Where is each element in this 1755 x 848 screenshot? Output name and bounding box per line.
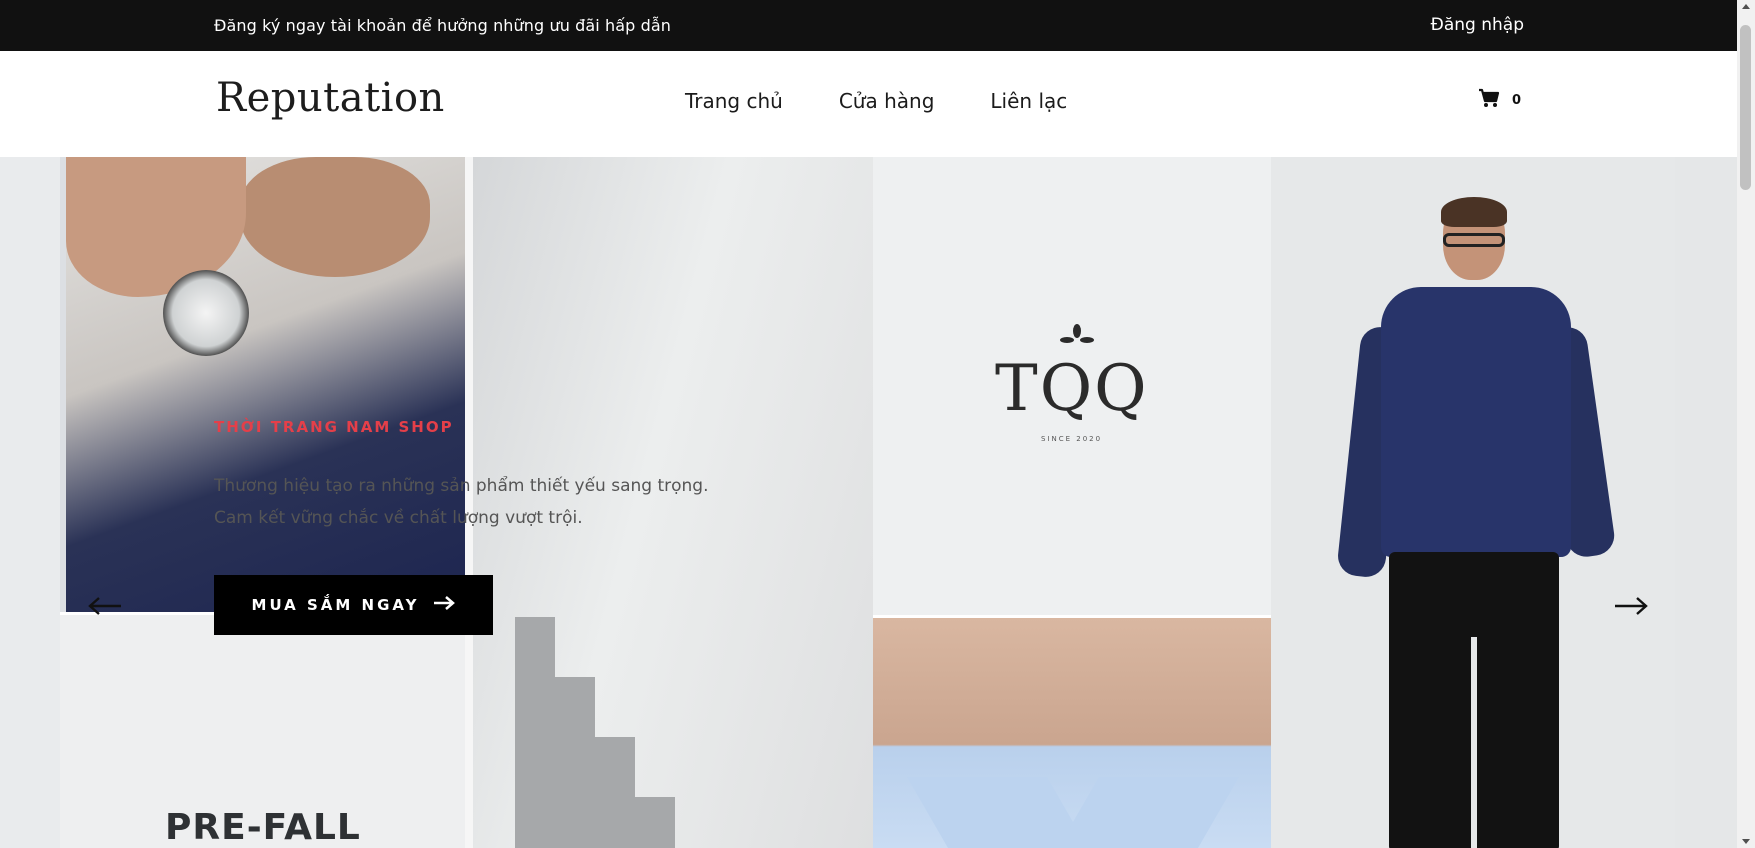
cart-count: 0: [1512, 92, 1522, 108]
arrow-right-icon: [1614, 597, 1648, 620]
cart-icon: [1478, 88, 1500, 112]
scroll-down-arrow-icon[interactable]: [1742, 839, 1750, 844]
promo-bar: Đăng ký ngay tài khoản để hưởng những ưu…: [0, 0, 1737, 51]
site-logo[interactable]: Reputation: [216, 75, 445, 121]
login-link[interactable]: Đăng nhập: [1431, 15, 1524, 35]
nav-item-home[interactable]: Trang chủ: [685, 89, 783, 113]
shop-now-button[interactable]: MUA SẮM NGAY: [214, 575, 493, 635]
hero-image-brand: TQQ SINCE 2020: [873, 157, 1271, 848]
hero-image-edge-left: [0, 157, 60, 848]
brand-subtitle: SINCE 2020: [1041, 435, 1103, 443]
prefall-label: PRE-FALL: [165, 807, 361, 848]
shop-now-label: MUA SẮM NGAY: [251, 596, 420, 614]
cart-button[interactable]: 0: [1478, 88, 1521, 112]
slider-next-button[interactable]: [1614, 596, 1648, 620]
site-header: Reputation Trang chủ Cửa hàng Liên lạc 0: [0, 51, 1737, 157]
arrow-left-icon: [88, 597, 122, 620]
scrollbar-thumb[interactable]: [1740, 25, 1751, 190]
nav-item-contact[interactable]: Liên lạc: [990, 89, 1067, 113]
scroll-up-arrow-icon[interactable]: [1742, 4, 1750, 9]
page-scrollbar[interactable]: [1737, 0, 1755, 848]
nav-item-shop[interactable]: Cửa hàng: [839, 89, 935, 113]
arrow-right-icon: [433, 596, 456, 614]
hero-image-edge-right: [1675, 157, 1737, 848]
hero-image-model: [1271, 157, 1675, 848]
promo-text: Đăng ký ngay tài khoản để hưởng những ưu…: [214, 16, 672, 35]
hero-description: Thương hiệu tạo ra những sản phẩm thiết …: [214, 476, 709, 528]
leaf-icon: [1060, 324, 1094, 343]
brand-mark: TQQ: [995, 352, 1149, 426]
slider-prev-button[interactable]: [88, 596, 122, 620]
hero-eyebrow: THỜI TRANG NAM SHOP: [214, 418, 454, 436]
main-nav: Trang chủ Cửa hàng Liên lạc: [685, 89, 1067, 113]
